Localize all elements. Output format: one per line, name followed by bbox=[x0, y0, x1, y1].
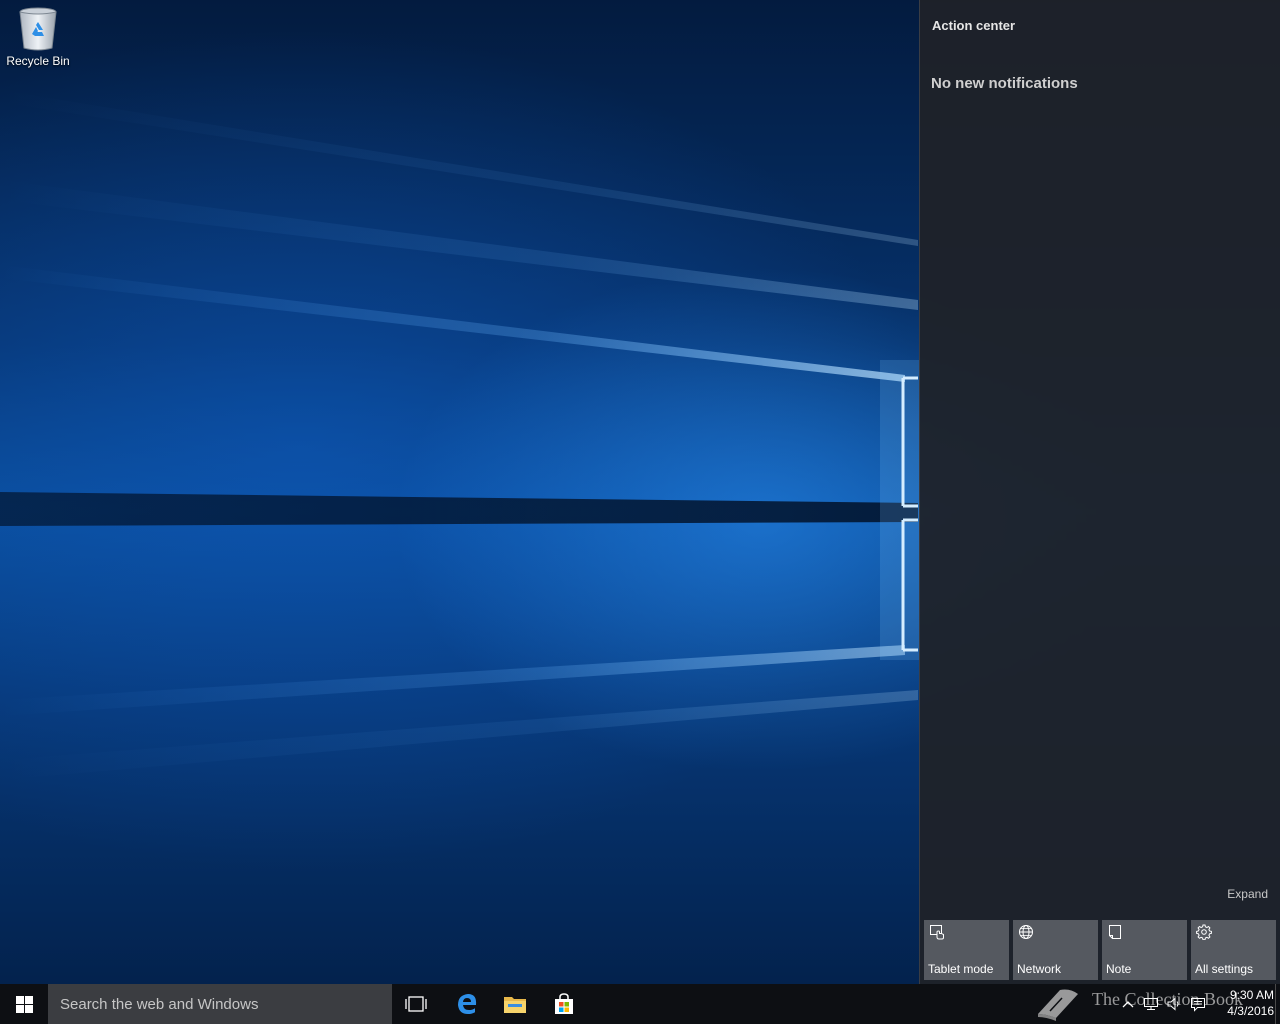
task-view-icon bbox=[405, 996, 427, 1012]
globe-icon bbox=[1019, 925, 1033, 939]
windows-logo-icon bbox=[16, 996, 33, 1013]
taskbar-app-store[interactable] bbox=[540, 984, 588, 1024]
taskbar-app-edge[interactable] bbox=[443, 984, 491, 1024]
taskbar-app-file-explorer[interactable] bbox=[491, 984, 539, 1024]
action-center-title: Action center bbox=[932, 18, 1016, 33]
taskbar-app-task-view[interactable] bbox=[392, 984, 440, 1024]
quick-action-note[interactable]: Note bbox=[1102, 920, 1187, 980]
gear-icon bbox=[1196, 924, 1212, 940]
start-button[interactable] bbox=[0, 984, 48, 1024]
desktop-screen: Recycle Bin Action center No new notific… bbox=[0, 0, 1280, 1024]
quick-action-label: Network bbox=[1017, 962, 1062, 976]
expand-link[interactable]: Expand bbox=[1227, 887, 1268, 901]
quick-action-tablet-mode[interactable]: Tablet mode bbox=[924, 920, 1009, 980]
no-notifications-message: No new notifications bbox=[931, 75, 1078, 92]
desktop-icon-recycle-bin[interactable]: Recycle Bin bbox=[2, 6, 74, 76]
system-tray: 9:30 AM 4/3/2016 bbox=[1114, 984, 1280, 1024]
clock-date: 4/3/2016 bbox=[1227, 1004, 1274, 1018]
taskbar-clock[interactable]: 9:30 AM 4/3/2016 bbox=[1212, 987, 1274, 1021]
book-logo-icon bbox=[1038, 989, 1078, 1021]
desktop-icon-label: Recycle Bin bbox=[6, 54, 70, 68]
edge-icon bbox=[458, 994, 477, 1014]
search-input[interactable] bbox=[48, 984, 392, 1024]
quick-action-label: Tablet mode bbox=[928, 962, 994, 976]
taskbar: The Collection Book 9:30 AM 4 bbox=[0, 984, 1280, 1024]
folder-icon bbox=[504, 997, 526, 1013]
quick-action-label: All settings bbox=[1195, 962, 1254, 976]
show-desktop-button[interactable] bbox=[1275, 984, 1280, 1024]
network-icon[interactable] bbox=[1143, 996, 1159, 1012]
action-center-icon[interactable] bbox=[1190, 996, 1206, 1012]
quick-action-all-settings[interactable]: All settings bbox=[1191, 920, 1276, 980]
chevron-up-icon[interactable] bbox=[1120, 996, 1136, 1012]
tablet-mode-icon bbox=[930, 925, 944, 940]
clock-time: 9:30 AM bbox=[1229, 988, 1274, 1002]
recycle-bin-icon bbox=[19, 7, 57, 51]
action-center-panel: Action center No new notifications Expan… bbox=[919, 0, 1280, 984]
quick-action-label: Note bbox=[1106, 962, 1132, 976]
store-icon bbox=[555, 993, 573, 1014]
note-icon bbox=[1109, 925, 1121, 939]
quick-action-network[interactable]: Network bbox=[1013, 920, 1098, 980]
quick-actions: Tablet mode Network Note All settings bbox=[924, 920, 1276, 980]
volume-icon[interactable] bbox=[1166, 996, 1182, 1012]
